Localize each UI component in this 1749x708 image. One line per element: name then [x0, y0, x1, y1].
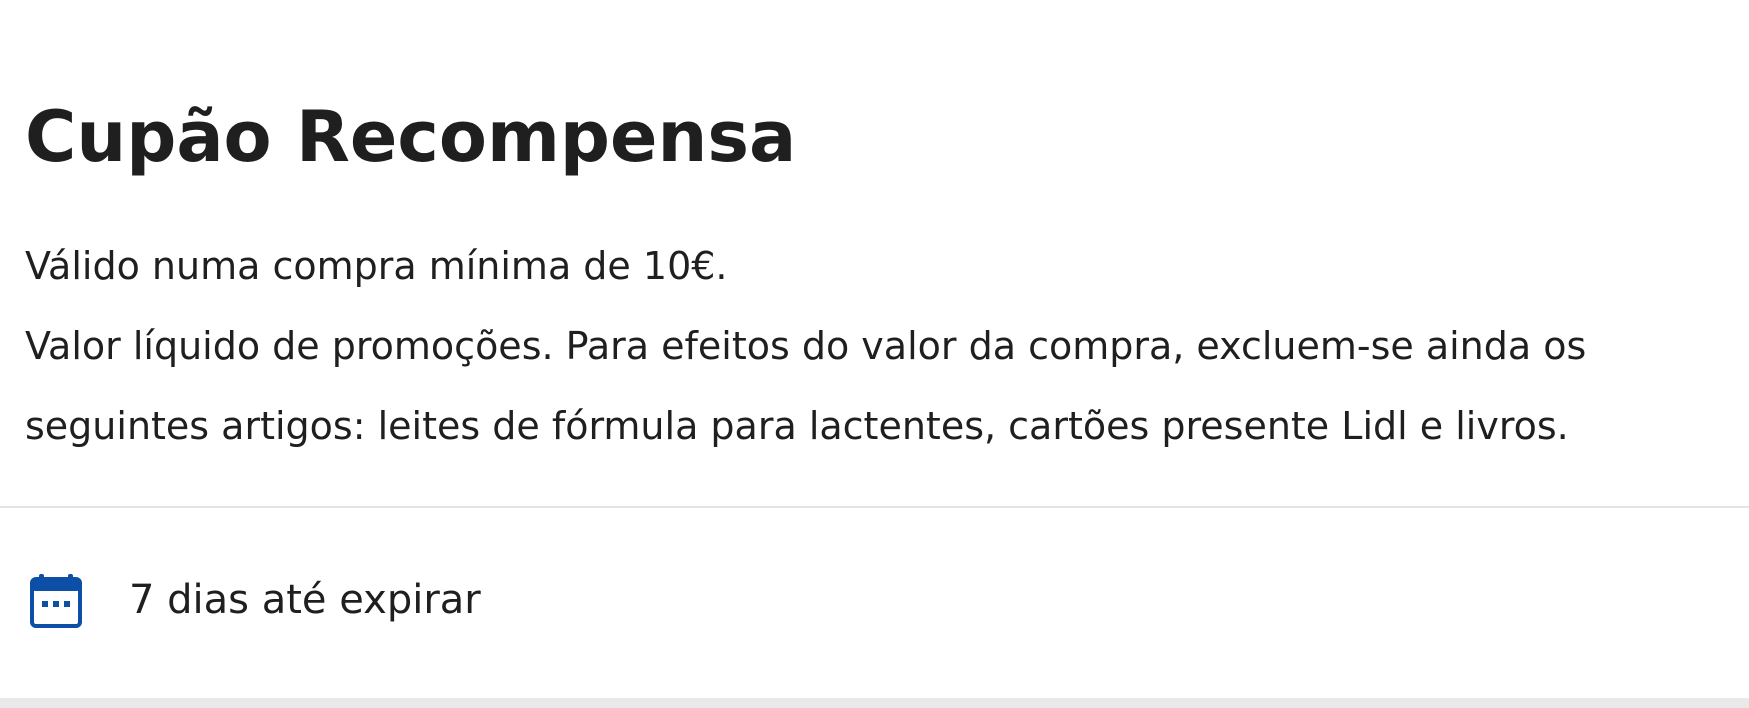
expiry-row: 7 dias até expirar	[0, 508, 1749, 698]
coupon-description: Válido numa compra mínima de 10€. Valor …	[25, 226, 1725, 466]
bottom-band	[0, 698, 1749, 708]
description-line: seguintes artigos: leites de fórmula par…	[25, 404, 1569, 448]
description-line: Válido numa compra mínima de 10€.	[25, 244, 728, 288]
expiry-text: 7 dias até expirar	[129, 577, 481, 623]
description-line: Valor líquido de promoções. Para efeitos…	[25, 324, 1587, 368]
calendar-icon	[30, 574, 82, 628]
coupon-card: Cupão Recompensa Válido numa compra míni…	[0, 0, 1749, 698]
coupon-title: Cupão Recompensa	[25, 96, 797, 178]
